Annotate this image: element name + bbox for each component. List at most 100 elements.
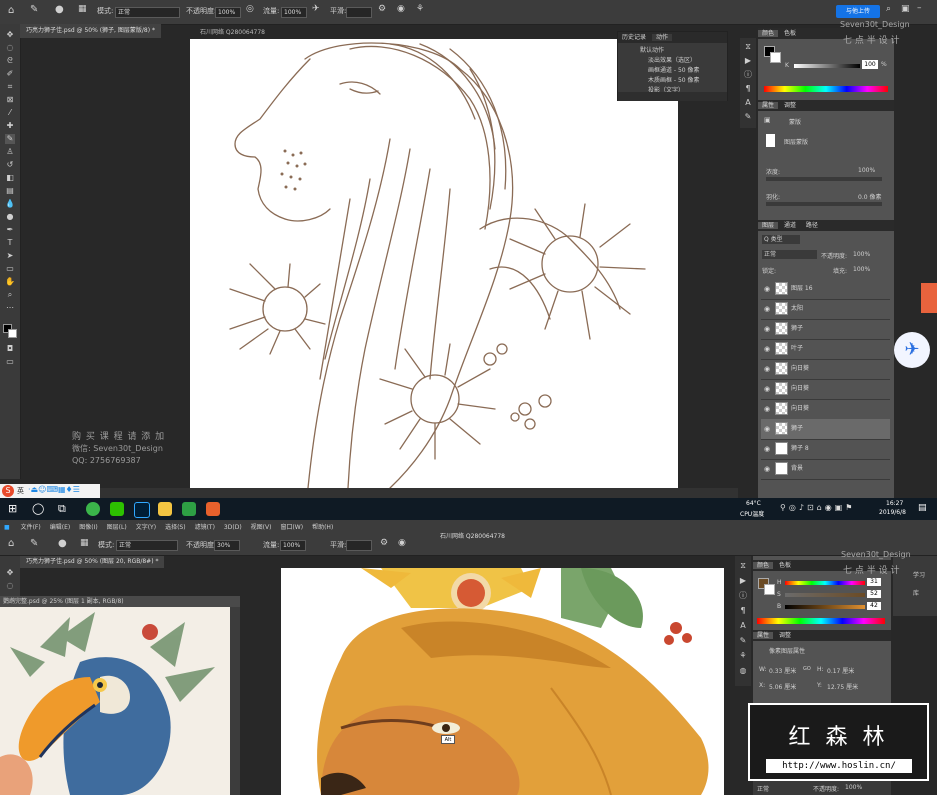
menu-item[interactable]: 滤镜(T) (195, 524, 215, 531)
opacity-field[interactable]: 100% (215, 7, 241, 18)
visibility-eye-icon[interactable]: ◉ (764, 439, 770, 459)
visibility-eye-icon[interactable]: ◉ (764, 319, 770, 339)
visibility-eye-icon[interactable]: ◉ (764, 419, 770, 439)
ime-icons[interactable]: ·⏏☺⌨▦♦☰ (28, 485, 80, 494)
taskbar-app-orange[interactable] (206, 502, 220, 516)
bird-assistant-icon[interactable]: ✈ (894, 332, 930, 368)
blend-mode-select[interactable]: 正常 (762, 250, 817, 259)
y-value[interactable]: 12.75 厘米 (827, 682, 858, 691)
flow-field[interactable]: 100% (280, 540, 306, 551)
history-panel-icon[interactable]: ⧖ (743, 42, 753, 52)
visibility-eye-icon[interactable]: ◉ (764, 379, 770, 399)
airbrush-icon[interactable]: ✈ (312, 4, 320, 14)
pressure-size-icon[interactable]: ◉ (398, 538, 406, 548)
brush-panel-icon[interactable]: ▦ (80, 538, 89, 548)
visibility-eye-icon[interactable]: ◉ (764, 359, 770, 379)
smooth-field[interactable] (346, 540, 372, 551)
menu-item[interactable]: 帮助(H) (312, 524, 333, 531)
settings-gear-icon[interactable]: ⚙ (378, 4, 386, 14)
ime-label[interactable]: 英 (17, 486, 24, 496)
float-side-tab[interactable] (921, 283, 937, 313)
spectrum-bar[interactable] (764, 86, 888, 92)
paragraph-panel-icon[interactable]: ¶ (738, 606, 748, 616)
more-tools-icon[interactable]: ⋯ (5, 303, 15, 313)
eyedropper-icon[interactable]: ⁄ (5, 108, 15, 118)
taskbar-app-photoshop[interactable] (134, 502, 150, 518)
mode-select[interactable]: 正常 (116, 540, 178, 551)
brush-panel-icon[interactable]: ▦ (78, 4, 87, 14)
pressure-size-icon[interactable]: ◉ (397, 4, 405, 14)
flow-field[interactable]: 100% (281, 7, 307, 18)
quick-select-icon[interactable]: ✐ (5, 69, 15, 79)
feather-value[interactable]: 0.0 像素 (858, 192, 881, 201)
task-view-icon[interactable]: ⧉ (58, 502, 66, 516)
layer-row[interactable]: ◉ 狮子 (761, 419, 890, 440)
layer-row[interactable]: ◉ 狮子 (761, 319, 890, 340)
notification-icon[interactable]: ▤ (918, 503, 927, 513)
density-slider[interactable] (766, 177, 882, 181)
gradient-tool-icon[interactable]: ▤ (5, 186, 15, 196)
share-button[interactable]: 与他上传 (836, 5, 880, 18)
lasso-tool-icon[interactable]: ᘓ (5, 56, 15, 66)
w-value[interactable]: 0.33 厘米 (769, 666, 796, 675)
menu-item[interactable]: 编辑(E) (50, 524, 70, 531)
bottom-document-tab[interactable]: 巧亮力狮子佳.psd @ 50% (图层 20, RGB/8#) * (20, 556, 165, 568)
s-slider[interactable] (785, 593, 865, 597)
h-size-value[interactable]: 0.17 厘米 (827, 666, 854, 675)
taskbar-app-wechat[interactable] (110, 502, 124, 516)
action-item[interactable]: 淡出效果（选区） (648, 55, 696, 64)
menu-item[interactable]: 3D(D) (224, 524, 242, 531)
layer-row[interactable]: ◉ 太阳 (761, 299, 890, 320)
brush-tool-icon[interactable]: ✎ (5, 134, 15, 144)
char-panel-icon[interactable]: A (743, 98, 753, 108)
brush-preset-icon[interactable]: ● (58, 538, 67, 549)
tab-adjustments[interactable]: 调整 (780, 102, 800, 109)
ime-toolbar[interactable]: S 英 ·⏏☺⌨▦♦☰ (0, 484, 100, 498)
tab-swatches[interactable]: 色板 (780, 30, 800, 37)
layer-opacity-value[interactable]: 100% (853, 251, 870, 258)
move-tool-icon[interactable]: ✥ (5, 568, 15, 578)
shape-tool-icon[interactable]: ▭ (5, 264, 15, 274)
k-value-field[interactable]: 100 (862, 60, 878, 69)
stamp-tool-icon[interactable]: ♙ (5, 147, 15, 157)
visibility-eye-icon[interactable]: ◉ (764, 299, 770, 319)
brand-url[interactable]: http://www.hoslin.cn/ (766, 759, 912, 773)
k-slider[interactable] (794, 64, 860, 68)
move-tool-icon[interactable]: ✥ (5, 30, 15, 40)
clock-date[interactable]: 2019/6/8 (879, 509, 906, 516)
start-icon[interactable]: ⊞ (8, 502, 17, 515)
learn-label[interactable]: 学习 (913, 570, 925, 579)
tab-history[interactable]: 历史记录 (618, 34, 650, 41)
screen-mode-icon[interactable]: ▭ (5, 357, 15, 367)
spectrum-bar[interactable] (757, 618, 885, 624)
s-value-field[interactable]: 52 (867, 590, 881, 598)
tab-color[interactable]: 颜色 (758, 30, 779, 37)
top-document-tab[interactable]: 巧亮力狮子佳.psd @ 50% (狮子, 图层蒙版/8) * (20, 24, 161, 38)
top-canvas[interactable] (190, 39, 678, 488)
brush-preset-icon[interactable]: ● (55, 4, 64, 15)
taskbar-app-green[interactable] (86, 502, 100, 516)
fill-value[interactable]: 100% (853, 266, 870, 273)
bottom-canvas[interactable]: Alt (281, 568, 724, 795)
clone-panel-icon[interactable]: ⚘ (738, 651, 748, 661)
hand-tool-icon[interactable]: ✋ (5, 277, 15, 287)
layer-kind-filter[interactable]: Q 类型 (762, 235, 800, 244)
menu-item[interactable]: 文字(Y) (136, 524, 156, 531)
quick-mask-icon[interactable]: ◘ (5, 344, 15, 354)
layer-row[interactable]: ◉ 向日葵 (761, 399, 890, 420)
density-value[interactable]: 100% (858, 167, 875, 174)
blur-tool-icon[interactable]: 💧 (5, 199, 15, 209)
zoom-tool-icon[interactable]: ⌕ (5, 290, 15, 300)
menu-item[interactable]: 窗口(W) (280, 524, 303, 531)
brush-panel-icon[interactable]: ✎ (743, 112, 753, 122)
healing-brush-icon[interactable]: ✚ (5, 121, 15, 131)
search-circle-icon[interactable]: ◯ (32, 502, 44, 515)
clock-time[interactable]: 16:27 (886, 500, 903, 507)
visibility-eye-icon[interactable]: ◉ (764, 339, 770, 359)
menu-item[interactable]: 图层(L) (107, 524, 127, 531)
bg-color-chip[interactable] (770, 52, 781, 63)
crop-tool-icon[interactable]: ⌗ (5, 82, 15, 92)
library-label[interactable]: 库 (913, 588, 919, 597)
h-slider[interactable] (785, 581, 865, 585)
bg-color-chip[interactable] (764, 584, 775, 595)
